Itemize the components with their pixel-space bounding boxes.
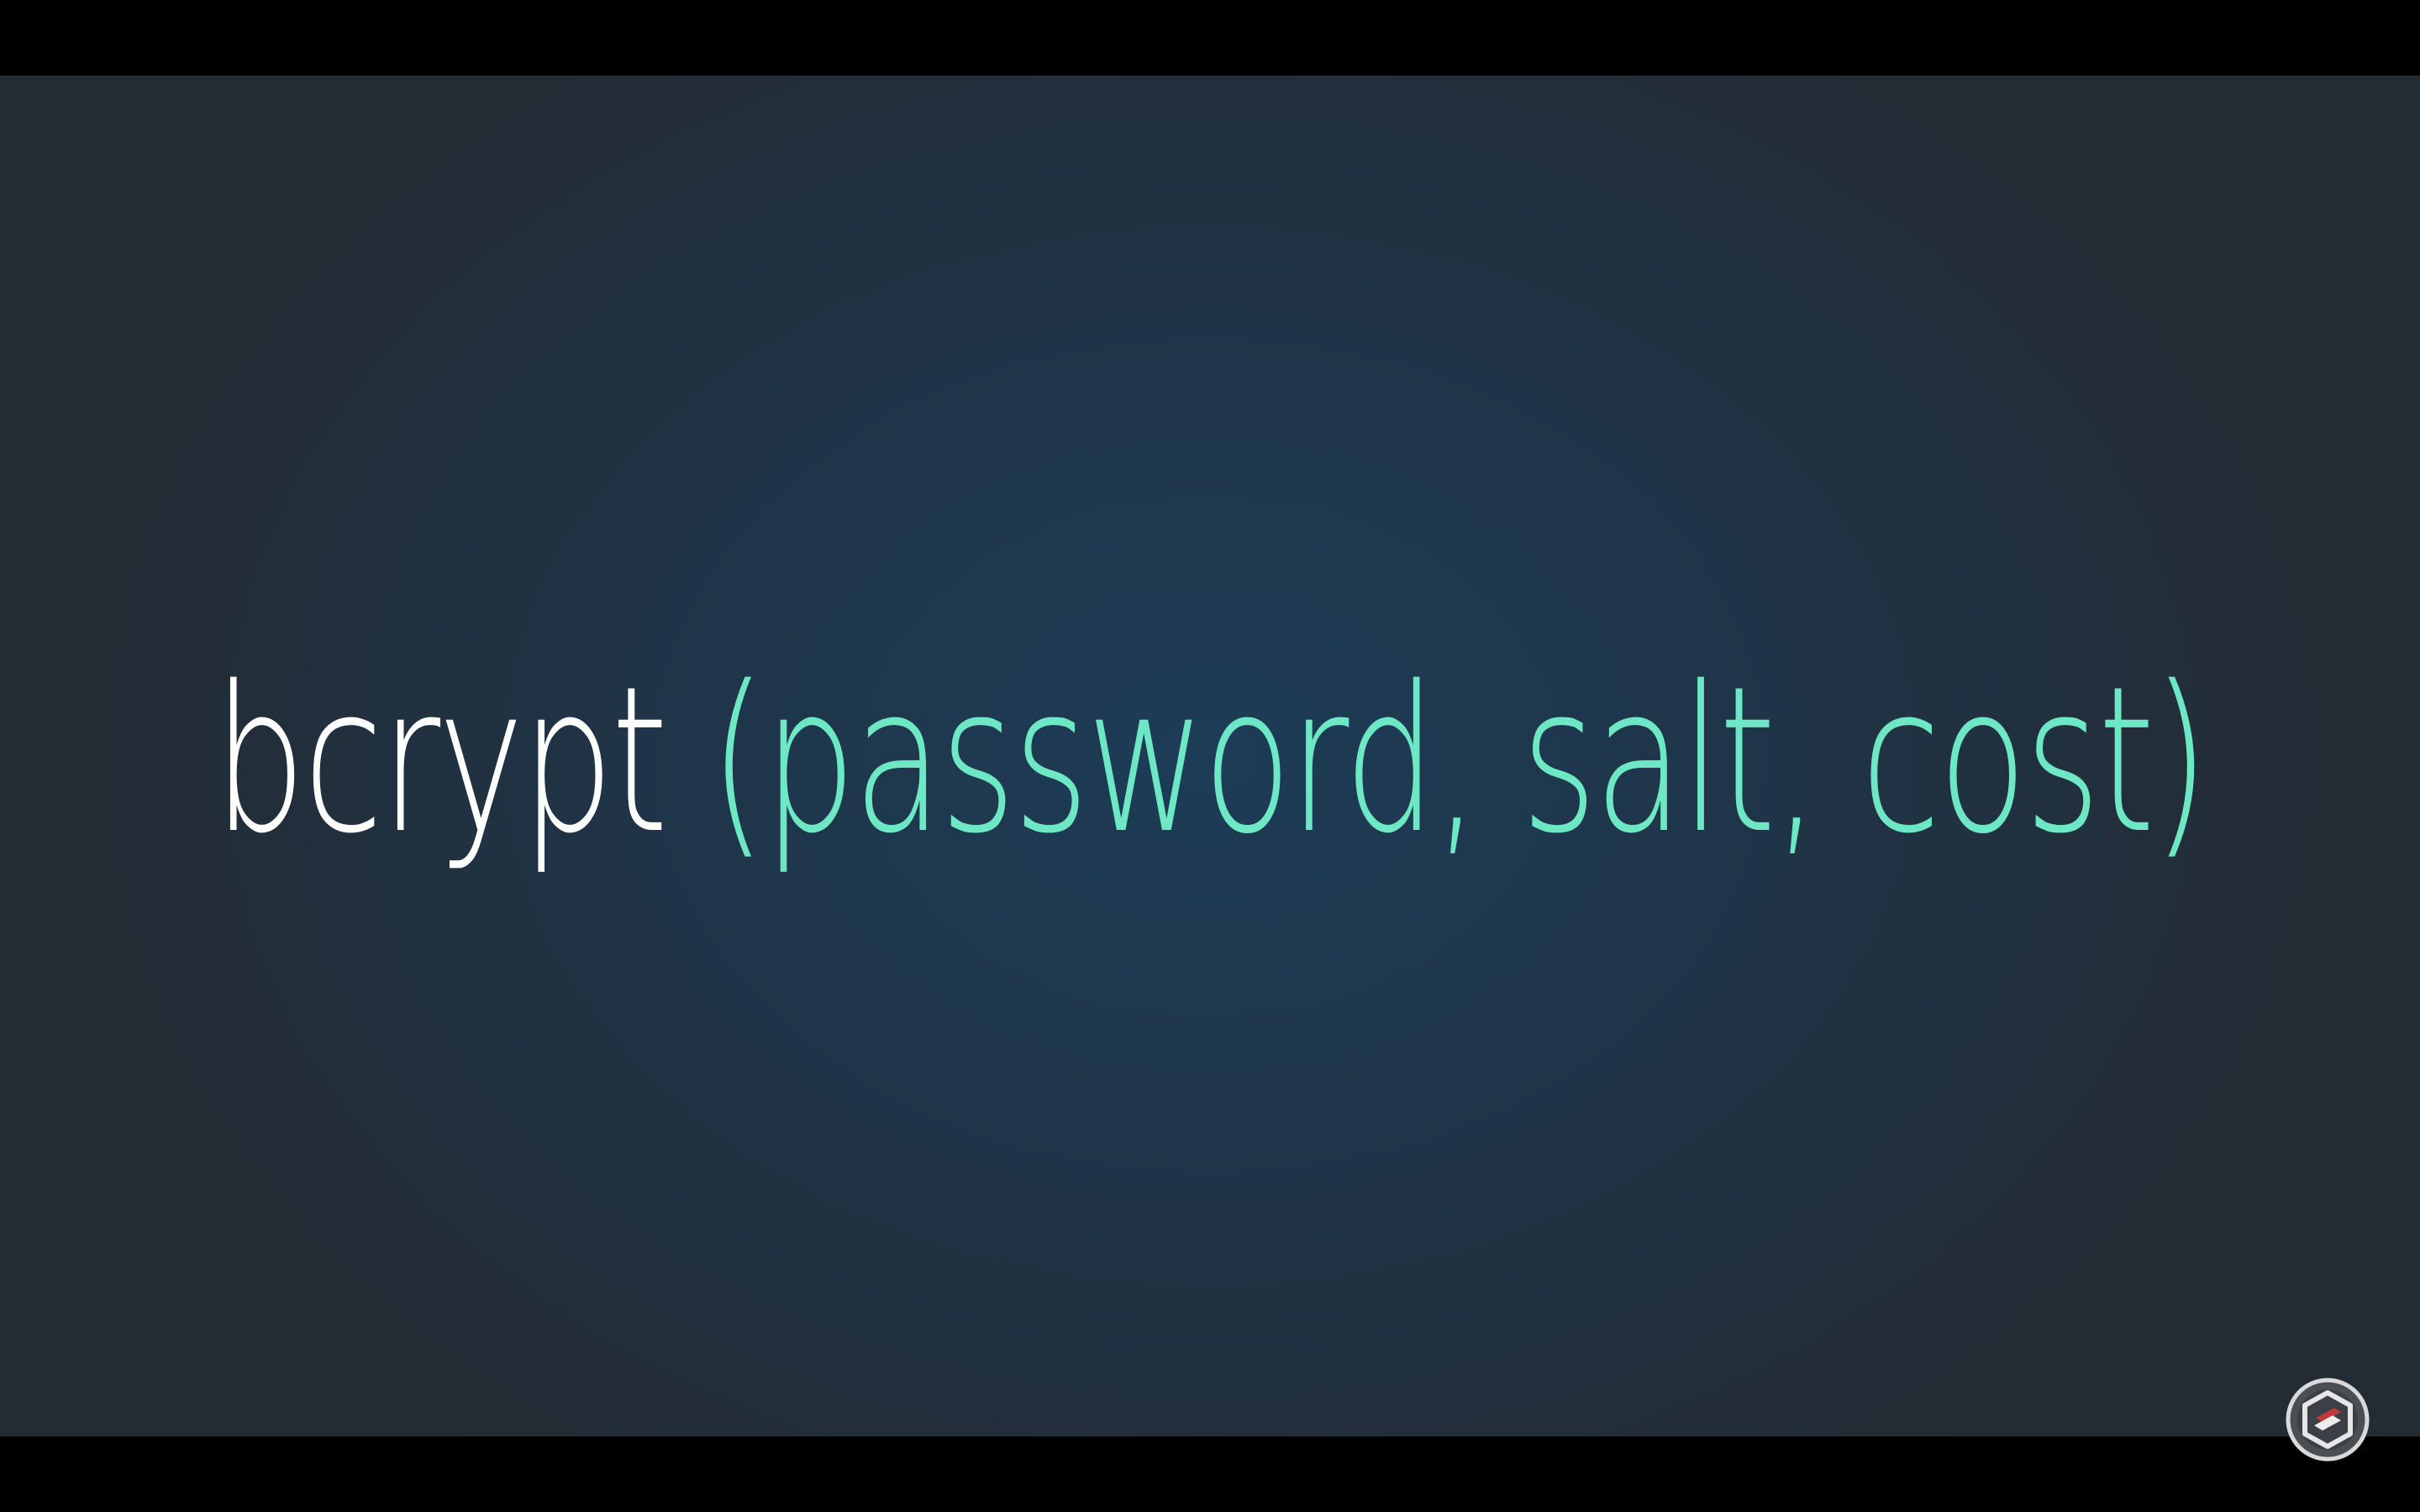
channel-logo-icon [2286, 1378, 2370, 1462]
function-spacer [666, 643, 709, 878]
letterbox-bottom [0, 1436, 2420, 1512]
formula: bcrypt (password, salt, cost) [0, 76, 2420, 1436]
function-name: bcrypt [213, 643, 668, 878]
formula-text: bcrypt (password, salt, cost) [213, 659, 2209, 861]
video-slide: bcrypt (password, salt, cost) [0, 76, 2420, 1436]
letterbox-top [0, 0, 2420, 76]
function-arguments: (password, salt, cost) [709, 643, 2209, 878]
